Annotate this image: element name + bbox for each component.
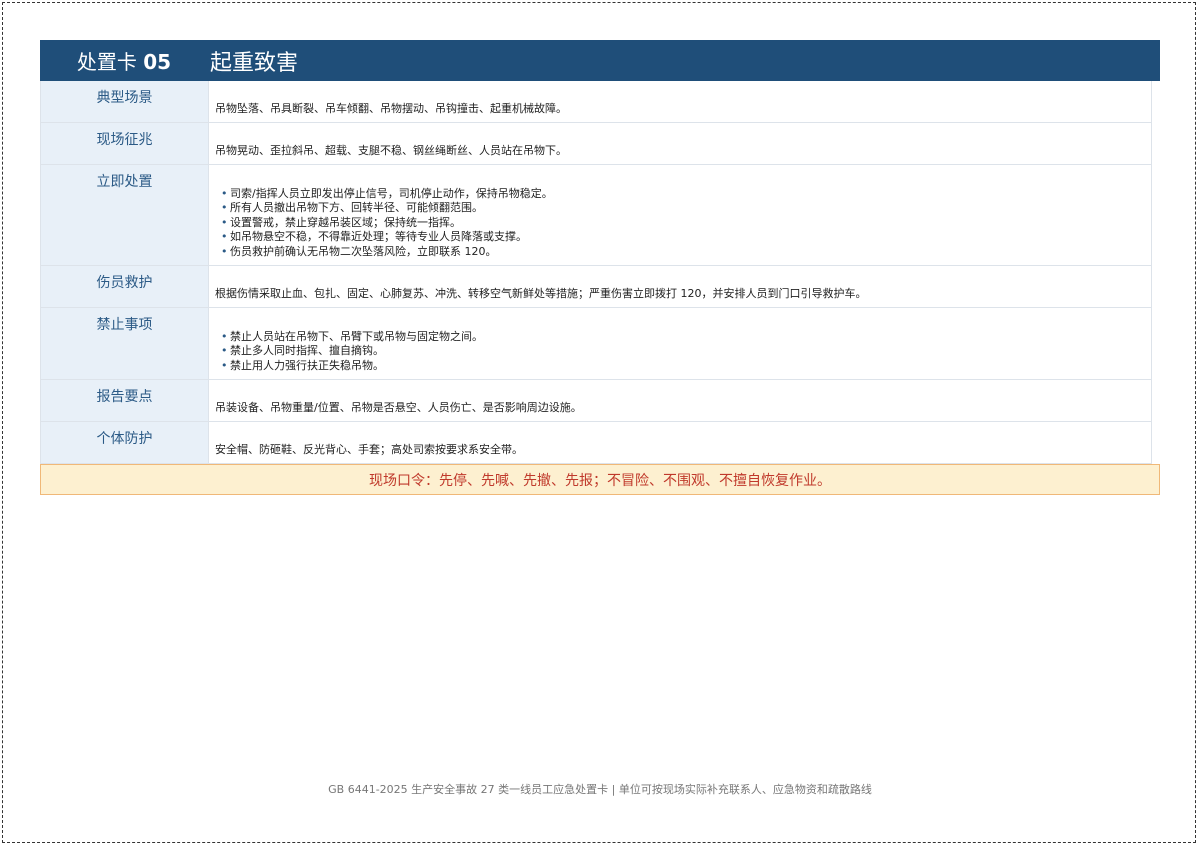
row-prohibitions: 禁止事项 禁止人员站在吊物下、吊臂下或吊物与固定物之间。 禁止多人同时指挥、擅自… bbox=[41, 308, 1151, 380]
row-content: 吊装设备、吊物重量/位置、吊物是否悬空、人员伤亡、是否影响周边设施。 bbox=[209, 380, 1151, 421]
list-item: 禁止人员站在吊物下、吊臂下或吊物与固定物之间。 bbox=[221, 330, 1151, 345]
row-label: 伤员救护 bbox=[41, 266, 209, 307]
row-typical-scenario: 典型场景 吊物坠落、吊具断裂、吊车倾翻、吊物摆动、吊钩撞击、起重机械故障。 bbox=[41, 81, 1151, 123]
card-number: 处置卡 05 bbox=[40, 46, 208, 75]
list-item: 如吊物悬空不稳，不得靠近处理；等待专业人员降落或支撑。 bbox=[221, 230, 1151, 245]
on-site-slogan: 现场口令：先停、先喊、先撤、先报；不冒险、不围观、不擅自恢复作业。 bbox=[40, 464, 1160, 495]
row-text: 安全帽、防砸鞋、反光背心、手套；高处司索按要求系安全带。 bbox=[215, 442, 523, 456]
row-text: 吊装设备、吊物重量/位置、吊物是否悬空、人员伤亡、是否影响周边设施。 bbox=[215, 400, 582, 414]
row-report-points: 报告要点 吊装设备、吊物重量/位置、吊物是否悬空、人员伤亡、是否影响周边设施。 bbox=[41, 380, 1151, 422]
row-casualty-rescue: 伤员救护 根据伤情采取止血、包扎、固定、心肺复苏、冲洗、转移空气新鲜处等措施；严… bbox=[41, 266, 1151, 308]
emergency-card: 处置卡 05 起重致害 典型场景 吊物坠落、吊具断裂、吊车倾翻、吊物摆动、吊钩撞… bbox=[40, 40, 1160, 495]
row-warning-signs: 现场征兆 吊物晃动、歪拉斜吊、超载、支腿不稳、钢丝绳断丝、人员站在吊物下。 bbox=[41, 123, 1151, 165]
row-content: 安全帽、防砸鞋、反光背心、手套；高处司索按要求系安全带。 bbox=[209, 422, 1151, 463]
prohibition-list: 禁止人员站在吊物下、吊臂下或吊物与固定物之间。 禁止多人同时指挥、擅自摘钩。 禁… bbox=[215, 330, 1151, 374]
card-number-prefix: 处置卡 bbox=[76, 50, 137, 74]
row-content: 禁止人员站在吊物下、吊臂下或吊物与固定物之间。 禁止多人同时指挥、擅自摘钩。 禁… bbox=[209, 308, 1151, 379]
row-personal-protection: 个体防护 安全帽、防砸鞋、反光背心、手套；高处司索按要求系安全带。 bbox=[41, 422, 1151, 464]
card-title: 起重致害 bbox=[210, 50, 299, 76]
action-list: 司索/指挥人员立即发出停止信号，司机停止动作，保持吊物稳定。 所有人员撤出吊物下… bbox=[215, 187, 1151, 260]
list-item: 禁止用人力强行扶正失稳吊物。 bbox=[221, 359, 1151, 374]
row-text: 根据伤情采取止血、包扎、固定、心肺复苏、冲洗、转移空气新鲜处等措施；严重伤害立即… bbox=[215, 286, 867, 300]
card-number-value: 05 bbox=[143, 50, 172, 74]
row-immediate-actions: 立即处置 司索/指挥人员立即发出停止信号，司机停止动作，保持吊物稳定。 所有人员… bbox=[41, 165, 1151, 266]
card-header: 处置卡 05 起重致害 bbox=[40, 40, 1160, 81]
row-content: 吊物坠落、吊具断裂、吊车倾翻、吊物摆动、吊钩撞击、起重机械故障。 bbox=[209, 81, 1151, 122]
row-label: 报告要点 bbox=[41, 380, 209, 421]
footer-note: GB 6441-2025 生产安全事故 27 类一线员工应急处置卡 | 单位可按… bbox=[328, 783, 872, 796]
row-label: 禁止事项 bbox=[41, 308, 209, 379]
row-content: 根据伤情采取止血、包扎、固定、心肺复苏、冲洗、转移空气新鲜处等措施；严重伤害立即… bbox=[209, 266, 1151, 307]
row-label: 立即处置 bbox=[41, 165, 209, 265]
list-item: 设置警戒，禁止穿越吊装区域；保持统一指挥。 bbox=[221, 216, 1151, 231]
list-item: 禁止多人同时指挥、擅自摘钩。 bbox=[221, 344, 1151, 359]
row-label: 典型场景 bbox=[41, 81, 209, 122]
row-label: 个体防护 bbox=[41, 422, 209, 463]
list-item: 所有人员撤出吊物下方、回转半径、可能倾翻范围。 bbox=[221, 201, 1151, 216]
row-content: 吊物晃动、歪拉斜吊、超载、支腿不稳、钢丝绳断丝、人员站在吊物下。 bbox=[209, 123, 1151, 164]
row-text: 吊物坠落、吊具断裂、吊车倾翻、吊物摆动、吊钩撞击、起重机械故障。 bbox=[215, 101, 567, 115]
row-content: 司索/指挥人员立即发出停止信号，司机停止动作，保持吊物稳定。 所有人员撤出吊物下… bbox=[209, 165, 1151, 265]
row-label: 现场征兆 bbox=[41, 123, 209, 164]
list-item: 司索/指挥人员立即发出停止信号，司机停止动作，保持吊物稳定。 bbox=[221, 187, 1151, 202]
card-rows: 典型场景 吊物坠落、吊具断裂、吊车倾翻、吊物摆动、吊钩撞击、起重机械故障。 现场… bbox=[40, 81, 1152, 464]
row-text: 吊物晃动、歪拉斜吊、超载、支腿不稳、钢丝绳断丝、人员站在吊物下。 bbox=[215, 143, 567, 157]
list-item: 伤员救护前确认无吊物二次坠落风险，立即联系 120。 bbox=[221, 245, 1151, 260]
